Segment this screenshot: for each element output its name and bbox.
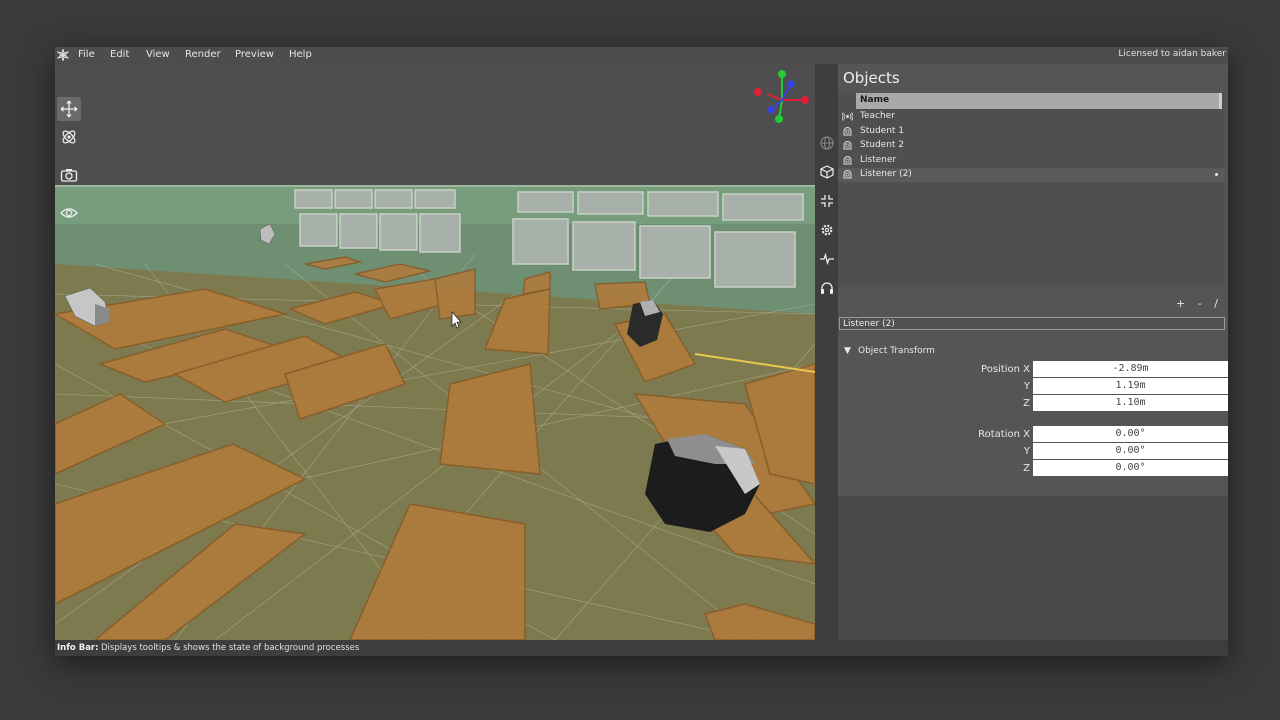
position-x-field[interactable]: -2.89m [1033,361,1228,377]
license-text: Licensed to aidan baker [1118,49,1226,59]
rotation-y-label: Y [1023,446,1030,457]
head-icon [843,156,852,165]
menu-render[interactable]: Render [185,49,221,60]
gear-icon [821,224,832,235]
eye-icon [60,208,78,218]
axis-gizmo[interactable] [754,70,809,123]
menu-edit[interactable]: Edit [110,49,129,60]
selected-indicator [1215,173,1218,176]
object-row-label: Listener (2) [860,169,912,179]
menu-help[interactable]: Help [289,49,312,60]
app-window: File Edit View Render Preview Help Licen… [55,47,1228,656]
head-icon [843,127,852,136]
orbit-tool-icon [62,130,76,144]
rotation-x-field[interactable]: 0.00° [1033,426,1228,442]
object-row-student-1[interactable]: Student 1 [838,125,1225,139]
objects-button[interactable] [817,162,836,181]
head-icon [843,170,852,179]
object-row-listener[interactable]: Listener [838,154,1225,168]
position-y-label: Y [1023,381,1030,392]
head-icon [843,141,852,150]
move-tool-button[interactable] [57,97,81,121]
info-bar: Info Bar: Displays tooltips & shows the … [55,640,1228,656]
rotation-y-field[interactable]: 0.00° [1033,443,1228,459]
panel-empty-area [838,496,1228,640]
position-y-field[interactable]: 1.19m [1033,378,1228,394]
menu-file[interactable]: File [78,49,95,60]
visibility-button[interactable] [57,201,81,225]
objects-panel: Objects Name Teacher Student 1 Student 2… [838,64,1228,640]
globe-button[interactable] [817,133,836,152]
position-z-label: Z [1023,398,1030,409]
app-logo-icon [57,49,69,61]
rotation-z-field[interactable]: 0.00° [1033,460,1228,476]
remove-object-button[interactable]: - [1198,297,1202,310]
menu-view[interactable]: View [146,49,170,60]
pulse-icon [819,252,834,265]
room-scene [55,70,815,640]
info-bar-label: Info Bar: [57,643,99,653]
object-row-label: Teacher [860,111,895,121]
3d-viewport[interactable] [55,64,815,640]
object-row-label: Student 1 [860,126,905,136]
globe-icon [819,135,834,150]
column-header-name[interactable]: Name [856,93,1219,109]
move-tool-icon [60,100,78,118]
tree-actions: + - / [1176,297,1227,310]
object-row-label: Student 2 [860,140,905,150]
rotation-x-label: Rotation X [978,429,1030,440]
signal-button[interactable] [817,249,836,268]
object-name-field[interactable]: Listener (2) [839,317,1225,330]
listen-button[interactable] [817,278,836,297]
info-bar-text: Displays tooltips & shows the state of b… [101,643,360,653]
panel-title: Objects [843,69,900,87]
orbit-tool-button[interactable] [57,125,81,149]
rotation-z-label: Z [1023,463,1030,474]
object-row-teacher[interactable]: Teacher [838,110,1225,124]
column-header-label: Name [860,95,890,105]
settings-button[interactable] [817,220,836,239]
object-row-listener-2[interactable]: Listener (2) [838,168,1225,182]
headphones-icon [820,281,833,294]
menu-preview[interactable]: Preview [235,49,274,60]
section-title: Object Transform [858,346,935,356]
rename-object-button[interactable]: / [1214,297,1218,310]
camera-button[interactable] [57,163,81,187]
cube-icon [819,164,834,179]
compress-icon [820,194,833,207]
collapse-triangle-icon[interactable]: ▼ [844,346,851,356]
position-z-field[interactable]: 1.10m [1033,395,1228,411]
object-row-student-2[interactable]: Student 2 [838,139,1225,153]
camera-icon [60,169,78,182]
tree-scrollbar[interactable] [1219,93,1222,109]
position-x-label: Position X [981,364,1030,375]
menu-bar: File Edit View Render Preview Help Licen… [55,47,1228,64]
compress-button[interactable] [817,191,836,210]
object-row-label: Listener [860,155,897,165]
add-object-button[interactable]: + [1176,297,1185,310]
objects-tree[interactable]: Name Teacher Student 1 Student 2 Listene… [838,93,1225,287]
panel-icon-strip [815,64,838,640]
speaker-icon [842,112,853,121]
